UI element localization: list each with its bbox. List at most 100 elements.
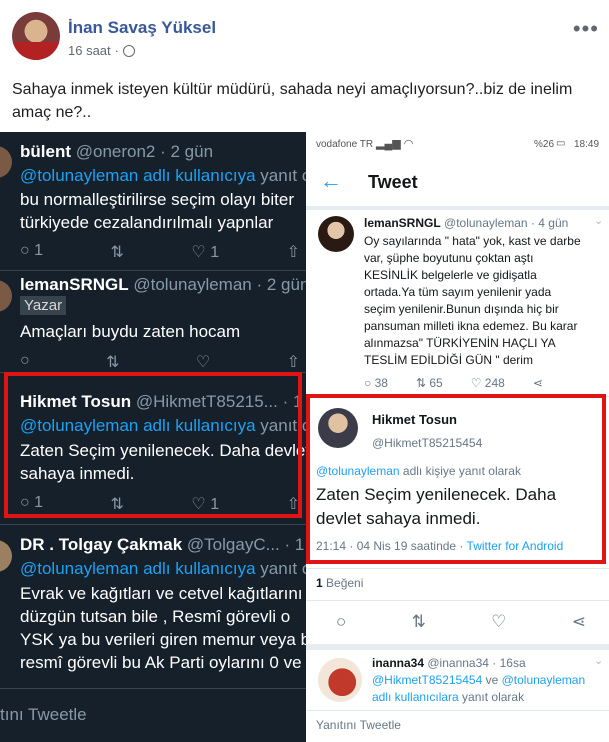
reply-icon[interactable]: ○ (20, 352, 30, 372)
reply-context: @tolunayleman adlı kullanıcıya yanıt o (20, 166, 306, 186)
tweet-timestamp: 21:14 · 04 Nis 19 saatinde · Twitter for… (316, 539, 563, 553)
like-icon[interactable]: ♡ (196, 352, 210, 372)
right-screenshot: vodafone TR ▂▄▆ ◠ %26 ▭ 18:49 ← Tweet le… (306, 132, 609, 742)
reply-count: 1 (34, 242, 44, 259)
like-icon[interactable]: ♡ 1 (191, 242, 219, 262)
retweet-icon[interactable]: ⇅ 65 (416, 376, 443, 390)
retweet-icon[interactable]: ⇅ (111, 242, 124, 262)
mention-link[interactable]: @tolunayleman adlı kullanıcıya (20, 166, 256, 185)
divider (306, 206, 609, 210)
avatar (0, 540, 12, 572)
tweet-header: bülent @oneron2 · 2 gün (20, 142, 213, 162)
tweet-author[interactable]: inanna34 (372, 656, 424, 670)
mention-link[interactable]: @HikmetT85215454 (372, 673, 482, 687)
avatar[interactable] (318, 408, 358, 448)
post-header: İnan Savaş Yüksel 16 saat · ••• (0, 0, 609, 72)
more-options-icon[interactable]: ••• (573, 16, 599, 42)
tweet-text-line: KESİNLİK belgelerle ve gidişatla (364, 268, 537, 282)
tweet-text-line: Oy sayılarında " hata" yok, kast ve darb… (364, 234, 581, 248)
tweet-text: bu normalleştirilirse seçim olayı biter (20, 190, 294, 209)
author-badge: Yazar (20, 296, 67, 315)
mention-link[interactable]: @tolunayleman (316, 464, 400, 478)
share-icon[interactable]: ⇧ (287, 352, 300, 372)
share-icon[interactable]: ⋖ (533, 376, 543, 390)
avatar[interactable] (318, 216, 354, 252)
left-screenshot: bülent @oneron2 · 2 gün @tolunayleman ad… (0, 132, 306, 742)
divider (0, 270, 306, 271)
tweet-actions: ○ 38 ⇅ 65 ♡ 248 ⋖ (364, 376, 543, 390)
tweet-text: Evrak ve kağıtları ve cetvel kağıtlarını (20, 584, 303, 603)
reply-bar[interactable]: tını Tweetle (0, 688, 306, 742)
likes-summary[interactable]: 1 Beğeni (316, 576, 363, 590)
avatar (0, 146, 12, 178)
tweet-text: Zaten Seçim yenilenecek. Daha (316, 485, 557, 504)
tweet-text-line: var, şüphe boyutunu çoktan aştı (364, 251, 534, 265)
retweet-icon[interactable]: ⇅ (106, 352, 119, 372)
reply-icon[interactable]: ○ 1 (20, 242, 43, 262)
likes-count: 1 (316, 576, 323, 590)
chevron-down-icon[interactable]: ⌄ (594, 214, 603, 227)
mention-link[interactable]: adlı kullanıcılara (372, 690, 459, 704)
clock: 18:49 (574, 139, 600, 150)
like-icon[interactable]: ♡ 248 (471, 376, 505, 390)
tweet-text: düzgün tutsan bile , Resmî görevli o (20, 607, 291, 626)
signal-icon: ▂▄▆ ◠ (376, 138, 414, 150)
tweet-actions: ○ ⇅ ♡ ⇧ (20, 352, 300, 372)
reply-count: 38 (374, 376, 388, 390)
reply-context: adlı kullanıcılara yanıt olarak (372, 690, 524, 704)
divider (306, 644, 609, 650)
highlight-box (4, 372, 302, 518)
reply-icon[interactable]: ○ (336, 612, 346, 632)
mention-link[interactable]: @tolunayleman adlı kullanıcıya (20, 559, 256, 578)
page-title: Tweet (368, 172, 418, 192)
tweet-handle: @HikmetT85215454 (372, 436, 483, 450)
tweet-actions: ○ 1 ⇅ ♡ 1 ⇧ (20, 242, 300, 262)
share-icon[interactable]: ⇧ (287, 242, 300, 262)
reply-connector: ve (482, 673, 502, 687)
avatar (0, 280, 12, 312)
tweet-text-line: TESLİM EDİLDİĞİ GÜN " derim (364, 353, 533, 367)
avatar[interactable] (318, 658, 362, 702)
tweet-author[interactable]: bülent (20, 142, 71, 161)
author-avatar[interactable] (12, 12, 60, 60)
like-icon[interactable]: ♡ (491, 612, 506, 632)
like-count: 248 (484, 376, 505, 390)
reply-suffix: yanıt olarak (458, 690, 525, 704)
tweet-handle: @TolgayC... · 1 (186, 535, 305, 554)
tweet-text: YSK ya bu verileri giren memur veya b (20, 630, 306, 649)
tweet-header: lemanSRNGL @tolunayleman · 2 gün (20, 275, 306, 295)
reply-suffix: yanıt o (255, 559, 306, 578)
retweet-icon[interactable]: ⇅ (412, 612, 426, 632)
reply-input[interactable]: tını Tweetle (0, 705, 87, 725)
tweet-author[interactable]: DR . Tolgay Çakmak (20, 535, 182, 554)
author-name[interactable]: İnan Savaş Yüksel (68, 18, 216, 38)
back-arrow-icon[interactable]: ← (320, 168, 342, 194)
reply-context: @tolunayleman adlı kişiye yanıt olarak (316, 464, 521, 478)
like-count: 1 (210, 244, 220, 261)
divider (0, 524, 306, 525)
tweet-text: resmî görevli bu Ak Parti oylarını 0 ve (20, 653, 302, 672)
source-link[interactable]: Twitter for Android (467, 539, 564, 553)
tweet-author[interactable]: lemanSRNGL (20, 275, 129, 294)
reply-icon[interactable]: ○ 38 (364, 376, 388, 390)
share-icon[interactable]: ⋖ (572, 612, 586, 632)
timestamp-text: 21:14 · 04 Nis 19 saatinde · (316, 539, 467, 553)
chevron-down-icon[interactable]: ⌄ (594, 654, 603, 667)
status-bar: vodafone TR ▂▄▆ ◠ %26 ▭ 18:49 (306, 132, 609, 156)
tweet-author[interactable]: lemanSRNGL (364, 216, 441, 230)
mention-link[interactable]: @tolunayleman (502, 673, 586, 687)
battery-icon: ▭ (556, 138, 566, 149)
post-time[interactable]: 16 saat (68, 43, 111, 58)
tweet-text: devlet sahaya inmedi. (316, 509, 481, 528)
tweet-header: lemanSRNGL @tolunayleman · 4 gün (364, 216, 568, 230)
tweet-header: DR . Tolgay Çakmak @TolgayC... · 1 (20, 535, 304, 555)
divider (306, 600, 609, 601)
reply-context: @tolunayleman adlı kullanıcıya yanıt o (20, 559, 306, 579)
tweet-text: türkiyede cezalandırılmalı yapnlar (20, 213, 274, 232)
tweet-author[interactable]: Hikmet Tosun (372, 412, 457, 427)
tweet-header: inanna34 @inanna34 · 16sa (372, 656, 526, 670)
retweet-count: 65 (429, 376, 443, 390)
post-text: Sahaya inmek isteyen kültür müdürü, saha… (12, 81, 573, 121)
reply-input[interactable]: Yanıtını Tweetle (316, 718, 401, 732)
tweet-text: Amaçları buydu zaten hocam (20, 322, 241, 341)
